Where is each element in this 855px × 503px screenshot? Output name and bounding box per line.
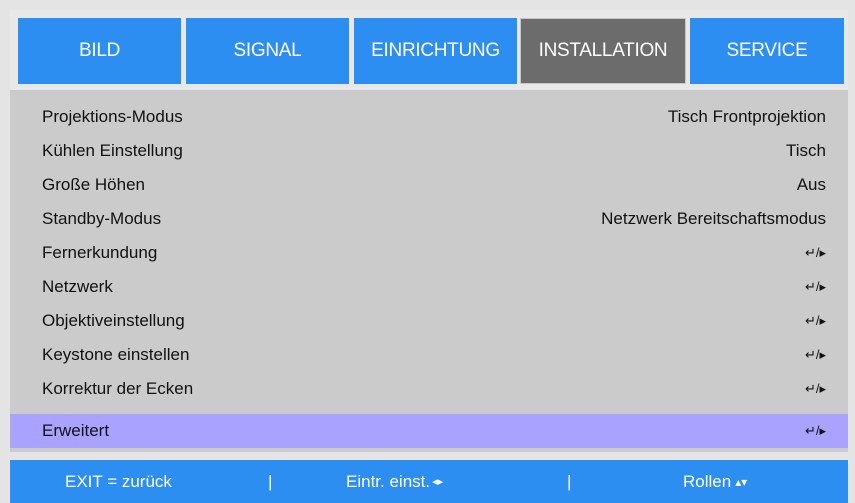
up-down-arrows-icon: ▴▾ (735, 474, 748, 489)
footer-enter-hint: Eintr. einst. ◂▸ (346, 471, 444, 491)
tab-service[interactable]: SERVICE (690, 18, 844, 84)
menu-row-korrektur-der-ecken[interactable]: Korrektur der Ecken ↵/▸ (10, 372, 848, 406)
footer-exit-hint: EXIT = zurück (65, 471, 172, 491)
tab-signal[interactable]: SIGNAL (186, 18, 349, 84)
menu-row-label: Fernerkundung (42, 243, 158, 262)
menu-row-label: Kühlen Einstellung (42, 141, 183, 160)
menu-row-value: Aus (796, 175, 826, 194)
menu-row-objektiveinstellung[interactable]: Objektiveinstellung ↵/▸ (10, 304, 848, 338)
tab-installation[interactable]: INSTALLATION (520, 18, 686, 84)
enter-arrow-icon: ↵/▸ (804, 381, 826, 396)
enter-arrow-icon: ↵/▸ (804, 245, 826, 260)
tab-label: SERVICE (726, 40, 808, 61)
menu-row-projektions-modus[interactable]: Projektions-Modus Tisch Frontprojektion (10, 100, 848, 134)
menu-row-label: Projektions-Modus (42, 107, 183, 126)
footer-scroll-hint: Rollen ▴▾ (683, 471, 748, 491)
menu-row-label: Korrektur der Ecken (42, 379, 194, 398)
menu-row-label: Objektiveinstellung (42, 311, 185, 330)
footer-separator: | (268, 471, 273, 491)
menu-row-label: Keystone einstellen (42, 345, 190, 364)
menu-row-label: Standby-Modus (42, 209, 162, 228)
menu-row-value: Tisch Frontprojektion (667, 107, 826, 126)
tab-label: EINRICHTUNG (371, 40, 500, 61)
menu-row-kuehlen-einstellung[interactable]: Kühlen Einstellung Tisch (10, 134, 848, 168)
enter-arrow-icon: ↵/▸ (804, 279, 826, 294)
menu-row-grosse-hoehen[interactable]: Große Höhen Aus (10, 168, 848, 202)
menu-panel: Projektions-Modus Tisch Frontprojektion … (10, 90, 848, 452)
menu-row-label: Netzwerk (42, 277, 113, 296)
osd-menu: BILD SIGNAL EINRICHTUNG INSTALLATION SER… (0, 0, 855, 503)
menu-row-standby-modus[interactable]: Standby-Modus Netzwerk Bereitschaftsmodu… (10, 202, 848, 236)
menu-row-netzwerk[interactable]: Netzwerk ↵/▸ (10, 270, 848, 304)
enter-arrow-icon: ↵/▸ (804, 313, 826, 328)
footer-hint-bar: EXIT = zurück | Eintr. einst. ◂▸ | Rolle… (10, 460, 848, 503)
menu-row-erweitert[interactable]: Erweitert ↵/▸ (10, 414, 848, 448)
tab-einrichtung[interactable]: EINRICHTUNG (354, 18, 517, 84)
left-right-arrows-icon: ◂▸ (432, 476, 444, 488)
menu-row-value: Tisch (786, 141, 826, 160)
tab-label: SIGNAL (233, 40, 302, 61)
footer-separator: | (567, 471, 572, 491)
tab-bar: BILD SIGNAL EINRICHTUNG INSTALLATION SER… (10, 10, 848, 90)
menu-row-label: Erweitert (42, 421, 110, 440)
enter-arrow-icon: ↵/▸ (804, 347, 826, 362)
enter-arrow-icon: ↵/▸ (804, 423, 826, 438)
tab-bild[interactable]: BILD (18, 18, 181, 84)
tab-label: INSTALLATION (538, 40, 668, 61)
menu-row-fernerkundung[interactable]: Fernerkundung ↵/▸ (10, 236, 848, 270)
menu-row-value: Netzwerk Bereitschaftsmodus (601, 209, 826, 228)
tab-label: BILD (78, 40, 121, 61)
menu-row-keystone-einstellen[interactable]: Keystone einstellen ↵/▸ (10, 338, 848, 372)
menu-row-label: Große Höhen (42, 175, 145, 194)
